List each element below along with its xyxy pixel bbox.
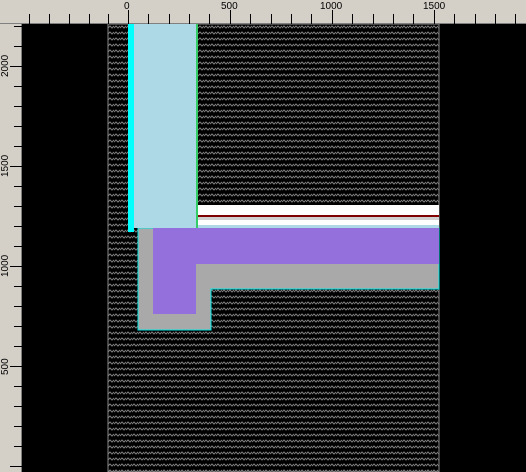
ruler-tick (291, 14, 292, 24)
ruler-tick (14, 446, 22, 447)
ruler-label-x: 1000 (320, 1, 343, 12)
wall-edge-line (196, 24, 198, 228)
ruler-tick (332, 10, 333, 24)
ruler-tick (49, 14, 50, 24)
ruler-tick (10, 66, 22, 67)
ruler-tick (209, 14, 210, 24)
ruler-tick (14, 106, 22, 107)
ruler-tick (14, 126, 22, 127)
drawing-canvas[interactable] (22, 24, 526, 472)
ruler-label-x: 1500 (423, 1, 446, 12)
ruler-tick (495, 14, 496, 24)
wall-insulation[interactable] (133, 24, 198, 228)
ruler-tick (14, 346, 22, 347)
ruler-tick (108, 14, 109, 24)
ruler-label-y: 1000 (0, 254, 11, 277)
ruler-tick (14, 326, 22, 327)
floor-layer-top[interactable] (198, 205, 439, 215)
ruler-tick (10, 366, 22, 367)
ruler-tick (14, 26, 22, 27)
ruler-label-x: 500 (221, 1, 238, 12)
ruler-tick (14, 306, 22, 307)
ruler-tick (14, 186, 22, 187)
detail-viewer: 0 500 1000 1500 2000 1500 1000 500 (0, 0, 526, 472)
ruler-tick (475, 14, 476, 24)
ruler-tick (434, 10, 435, 24)
ruler-tick (515, 14, 516, 24)
ruler-tick (14, 206, 22, 207)
ruler-tick (10, 466, 22, 467)
ruler-tick (413, 14, 414, 24)
ruler-tick (14, 406, 22, 407)
ruler-tick (14, 386, 22, 387)
cross-section-drawing (107, 24, 440, 472)
ruler-tick (311, 14, 312, 24)
ruler-label-y: 1500 (0, 154, 11, 177)
horizontal-ruler[interactable]: 0 500 1000 1500 (0, 0, 526, 24)
ruler-tick (393, 14, 394, 24)
ruler-tick (14, 226, 22, 227)
ruler-tick (14, 246, 22, 247)
vertical-ruler[interactable]: 2000 1500 1000 500 (0, 24, 22, 472)
ruler-tick (352, 14, 353, 24)
ruler-tick (10, 266, 22, 267)
ruler-tick (454, 14, 455, 24)
ruler-tick (14, 286, 22, 287)
ruler-tick (29, 14, 30, 24)
ruler-tick (69, 14, 70, 24)
ruler-tick (148, 14, 149, 24)
ruler-tick (250, 14, 251, 24)
ruler-tick (189, 14, 190, 24)
cyan-membrane[interactable] (128, 24, 134, 232)
ruler-label-x: 0 (124, 1, 130, 12)
ruler-label-y: 500 (0, 358, 11, 375)
ruler-tick (373, 14, 374, 24)
floor-layer-white[interactable] (198, 220, 439, 225)
ruler-tick (14, 146, 22, 147)
ruler-tick (169, 14, 170, 24)
ruler-tick (89, 14, 90, 24)
ruler-tick (14, 86, 22, 87)
ruler-tick (14, 426, 22, 427)
ruler-tick (128, 10, 129, 24)
floor-layer-red[interactable] (198, 215, 439, 217)
ruler-tick (230, 10, 231, 24)
ruler-tick (10, 166, 22, 167)
floor-layer-gray[interactable] (198, 217, 439, 220)
ruler-label-y: 2000 (0, 54, 11, 77)
floor-layer-blue[interactable] (198, 225, 439, 228)
ruler-tick (14, 46, 22, 47)
ruler-tick (271, 14, 272, 24)
